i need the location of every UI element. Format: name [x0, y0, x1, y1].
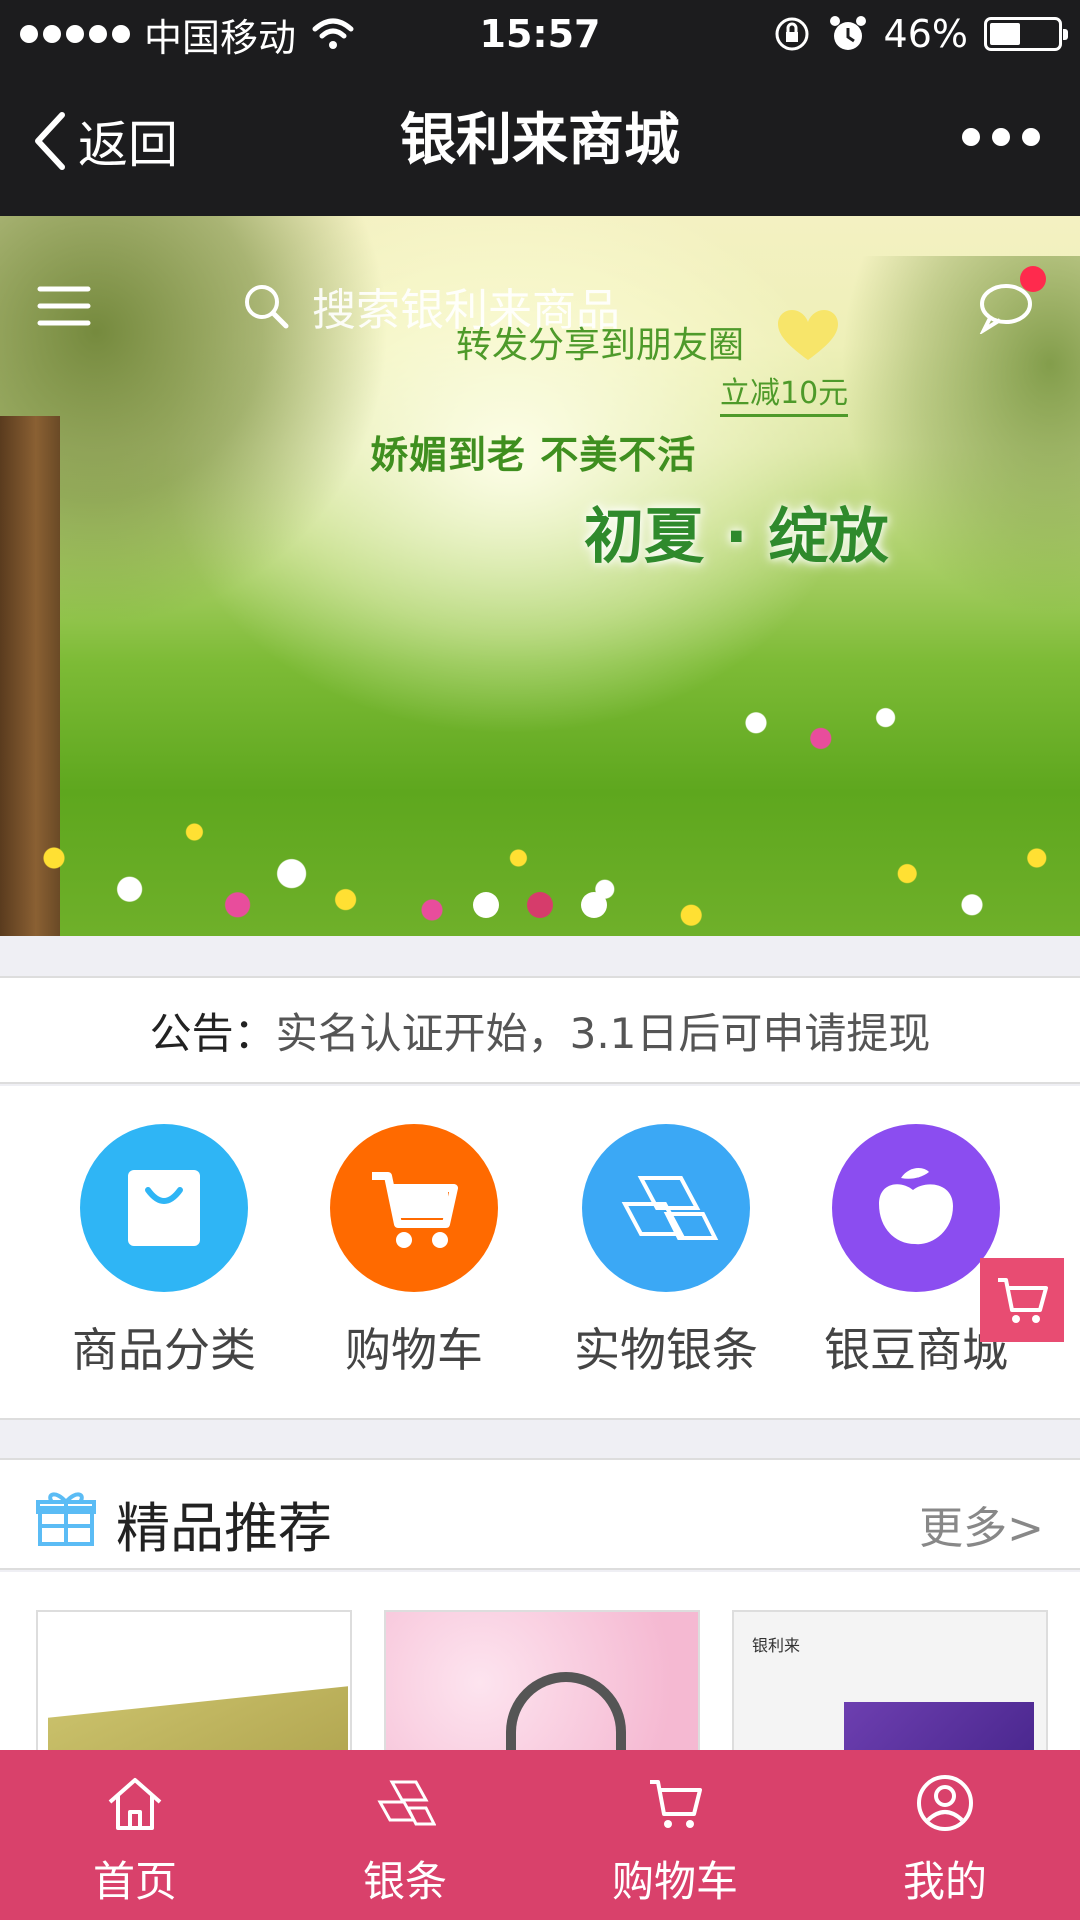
- quick-item-category[interactable]: 商品分类: [38, 1124, 290, 1380]
- tab-silver-bar[interactable]: 银条: [270, 1750, 540, 1920]
- tab-label: 银条: [362, 1857, 447, 1906]
- cart-icon: [998, 1278, 1048, 1323]
- promo-banner[interactable]: 搜索银利来商品 转发分享到朋友圈 立减10元 娇媚到老 不美不活 初夏 · 绽放: [0, 216, 1080, 936]
- quick-item-silver-bar[interactable]: 实物银条: [540, 1124, 792, 1380]
- more-link[interactable]: 更多>: [919, 1492, 1044, 1556]
- silver-bar-icon: [377, 1780, 436, 1826]
- tab-home[interactable]: 首页: [0, 1750, 270, 1920]
- search-icon: [245, 285, 289, 329]
- tab-label: 我的: [902, 1857, 987, 1906]
- more-options-button[interactable]: [962, 128, 1040, 146]
- tab-profile[interactable]: 我的: [810, 1750, 1080, 1920]
- alarm-icon: [829, 16, 866, 50]
- status-bar: 中国移动 15:57 46%: [0, 0, 1080, 68]
- announcement-text: 实名认证开始，3.1日后可申请提现: [275, 1008, 931, 1058]
- silver-bar-icon: [621, 1176, 719, 1240]
- heart-icon: [778, 310, 838, 360]
- carousel-dot-active[interactable]: [527, 892, 553, 918]
- featured-header: 精品推荐 更多>: [0, 1458, 1080, 1570]
- carousel-indicator[interactable]: [0, 892, 1080, 918]
- battery-icon: [984, 17, 1068, 51]
- bean-icon: [879, 1168, 953, 1245]
- announcement-label: 公告：: [149, 1008, 276, 1058]
- battery-percent: 46%: [883, 12, 968, 56]
- tab-label: 购物车: [611, 1857, 738, 1906]
- quick-item-label: 实物银条: [574, 1323, 758, 1377]
- quick-item-label: 购物车: [345, 1323, 483, 1377]
- bottom-tab-bar: 首页 银条 购物车 我的: [0, 1750, 1080, 1920]
- carousel-dot[interactable]: [473, 892, 499, 918]
- section-title: 精品推荐: [116, 1497, 332, 1560]
- tab-cart[interactable]: 购物车: [540, 1750, 810, 1920]
- gift-icon: [36, 1492, 96, 1546]
- cart-icon: [650, 1780, 702, 1828]
- product-logo: 银利来: [752, 1636, 801, 1655]
- announcement-bar[interactable]: 公告： 实名认证开始，3.1日后可申请提现: [0, 976, 1080, 1084]
- promo-discount-text: 立减10元: [720, 368, 849, 417]
- home-icon: [108, 1778, 162, 1830]
- notification-dot: [1020, 266, 1046, 292]
- tab-label: 首页: [92, 1857, 177, 1906]
- page-title: 银利来商城: [400, 108, 680, 173]
- quick-menu: 商品分类 购物车 实物银条 银豆商城: [0, 1086, 1080, 1420]
- rotation-lock-icon: [775, 17, 809, 51]
- quick-item-cart[interactable]: 购物车: [288, 1124, 540, 1380]
- promo-slogan-text: 娇媚到老 不美不活: [370, 433, 697, 477]
- menu-icon[interactable]: [36, 283, 92, 329]
- cart-icon: [372, 1172, 458, 1248]
- promo-share-text: 转发分享到朋友圈: [456, 325, 745, 366]
- carousel-dot[interactable]: [581, 892, 607, 918]
- shopping-bag-icon: [128, 1170, 200, 1246]
- promo-headline-text: 初夏 · 绽放: [584, 502, 889, 572]
- floating-cart-button[interactable]: [980, 1258, 1064, 1342]
- quick-item-label: 商品分类: [72, 1323, 256, 1377]
- nav-bar: 返回 银利来商城: [0, 68, 1080, 216]
- user-icon: [917, 1775, 973, 1831]
